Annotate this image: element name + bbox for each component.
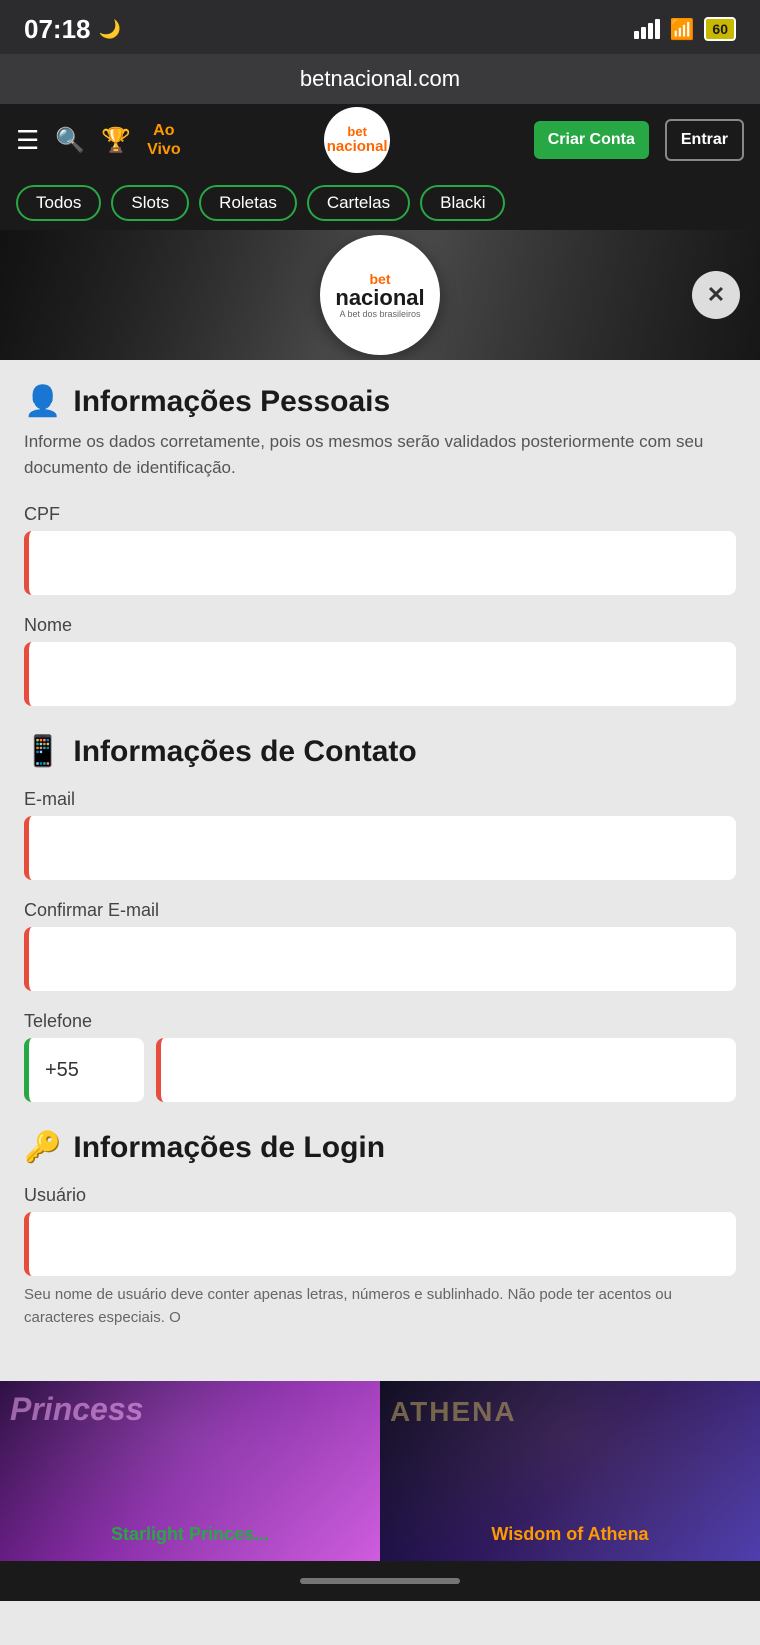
status-time: 07:18: [24, 14, 91, 45]
hero-logo-sub: A bet dos brasileiros: [339, 309, 420, 319]
tab-slots[interactable]: Slots: [111, 185, 189, 221]
person-icon: 👤: [24, 384, 61, 419]
usuario-label: Usuário: [24, 1185, 736, 1206]
phone-icon: 📱: [24, 734, 61, 769]
tab-roletas[interactable]: Roletas: [199, 185, 297, 221]
nav-logo-area: bet nacional: [197, 107, 518, 173]
personal-section-header: 👤 Informações Pessoais: [24, 384, 736, 419]
phone-row: +55: [24, 1038, 736, 1102]
signal-bars-icon: [634, 19, 660, 39]
phone-country-selector[interactable]: +55: [24, 1038, 144, 1102]
nome-field-group: Nome: [24, 615, 736, 706]
tab-cartelas[interactable]: Cartelas: [307, 185, 410, 221]
tab-blacki[interactable]: Blacki: [420, 185, 505, 221]
contact-section-title: Informações de Contato: [73, 735, 416, 769]
nav-logo-text: bet nacional: [327, 125, 388, 156]
moon-icon: 🌙: [99, 19, 121, 40]
telefone-label: Telefone: [24, 1011, 736, 1032]
nome-label: Nome: [24, 615, 736, 636]
battery-level: 60: [704, 17, 736, 41]
key-icon: 🔑: [24, 1130, 61, 1165]
category-tabs: Todos Slots Roletas Cartelas Blacki: [0, 176, 760, 230]
telefone-field-group: Telefone +55: [24, 1011, 736, 1102]
game-title-athena: Wisdom of Athena: [491, 1524, 648, 1545]
hero-banner: bet nacional A bet dos brasileiros ✕: [0, 230, 760, 360]
cpf-input[interactable]: [24, 531, 736, 595]
browser-bar: betnacional.com: [0, 54, 760, 104]
game-card-athena[interactable]: ATHENA Wisdom of Athena: [380, 1381, 760, 1561]
home-indicator: [300, 1578, 460, 1584]
hero-logo-nacional: nacional: [335, 287, 424, 309]
search-icon[interactable]: 🔍: [55, 126, 85, 155]
personal-section-title: Informações Pessoais: [73, 385, 390, 419]
login-section-title: Informações de Login: [73, 1131, 385, 1165]
status-icons: 📶 60: [634, 17, 736, 42]
entrar-button[interactable]: Entrar: [665, 119, 744, 161]
phone-number-input[interactable]: [156, 1038, 736, 1102]
email-input[interactable]: [24, 816, 736, 880]
tab-todos[interactable]: Todos: [16, 185, 101, 221]
usuario-field-group: Usuário Seu nome de usuário deve conter …: [24, 1185, 736, 1329]
confirm-email-field-group: Confirmar E-mail: [24, 900, 736, 991]
trophy-icon[interactable]: 🏆: [101, 126, 131, 155]
game-card-starlight[interactable]: Princess Starlight Princes...: [0, 1381, 380, 1561]
modal-close-button[interactable]: ✕: [692, 271, 740, 319]
usuario-hint: Seu nome de usuário deve conter apenas l…: [24, 1284, 736, 1329]
nav-bar: ☰ 🔍 🏆 Ao Vivo bet nacional Criar Conta E…: [0, 104, 760, 176]
email-field-group: E-mail: [24, 789, 736, 880]
personal-section-desc: Informe os dados corretamente, pois os m…: [24, 429, 736, 480]
nome-input[interactable]: [24, 642, 736, 706]
form-area: 👤 Informações Pessoais Informe os dados …: [0, 360, 760, 1381]
ao-vivo-button[interactable]: Ao Vivo: [147, 121, 181, 159]
nav-logo: bet nacional: [324, 107, 390, 173]
contact-section-divider: 📱 Informações de Contato: [24, 734, 736, 769]
confirm-email-label: Confirmar E-mail: [24, 900, 736, 921]
hero-logo-container: bet nacional A bet dos brasileiros: [320, 235, 440, 355]
menu-icon[interactable]: ☰: [16, 125, 39, 156]
confirm-email-input[interactable]: [24, 927, 736, 991]
home-bar: [0, 1561, 760, 1601]
hero-logo-circle: bet nacional A bet dos brasileiros: [320, 235, 440, 355]
wifi-icon: 📶: [670, 17, 695, 42]
cpf-label: CPF: [24, 504, 736, 525]
bottom-games-strip: Princess Starlight Princes... ATHENA Wis…: [0, 1381, 760, 1561]
game-title-starlight: Starlight Princes...: [111, 1524, 269, 1545]
login-section-divider: 🔑 Informações de Login: [24, 1130, 736, 1165]
contact-section-header: 📱 Informações de Contato: [24, 734, 736, 769]
email-label: E-mail: [24, 789, 736, 810]
criar-conta-button[interactable]: Criar Conta: [534, 121, 649, 159]
usuario-input[interactable]: [24, 1212, 736, 1276]
cpf-field-group: CPF: [24, 504, 736, 595]
login-section-header: 🔑 Informações de Login: [24, 1130, 736, 1165]
url-display: betnacional.com: [300, 66, 460, 92]
status-bar: 07:18 🌙 📶 60: [0, 0, 760, 54]
